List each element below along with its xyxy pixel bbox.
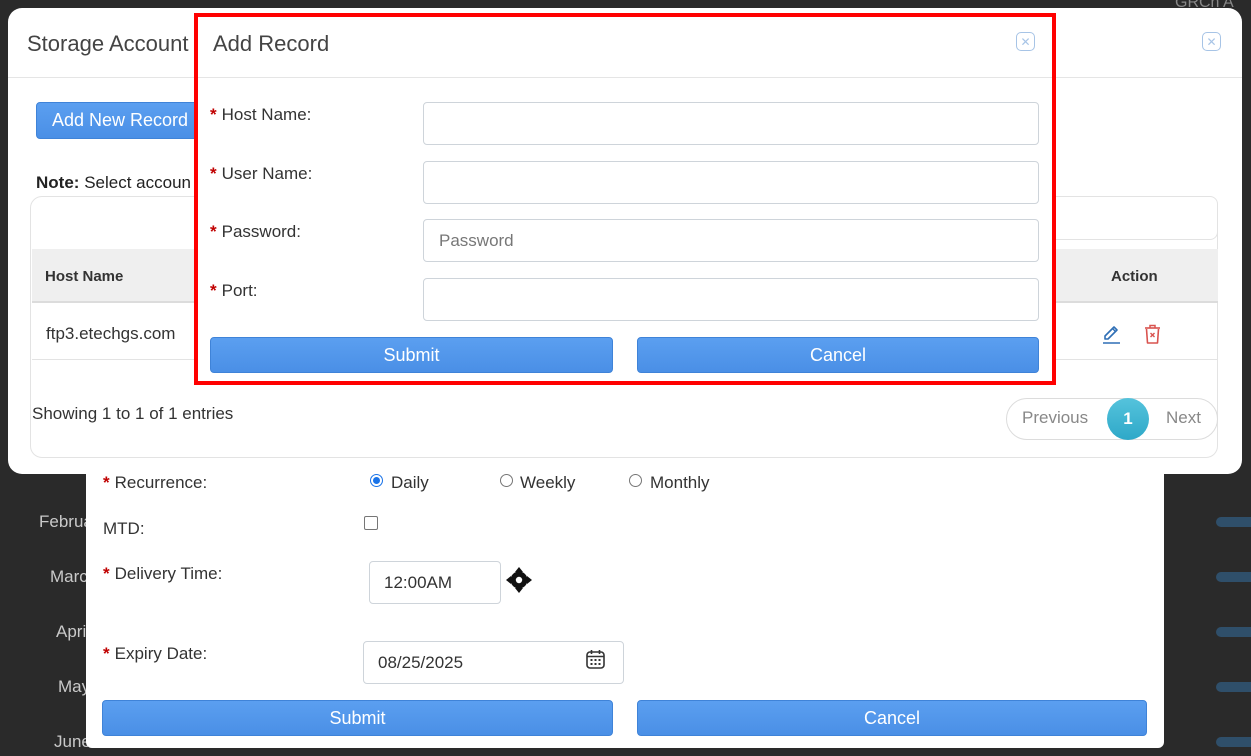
background-progress-bar [1216,627,1251,637]
recurrence-monthly-radio[interactable] [629,474,642,487]
host-name-label: * Host Name: [210,105,312,124]
user-name-input[interactable] [423,161,1039,204]
mtd-label: MTD: [103,519,145,538]
recurrence-label: * Recurrence: [103,473,208,492]
action-column-header: Action [1111,268,1158,285]
password-label: * Password: [210,222,301,241]
recurrence-monthly-label[interactable]: Monthly [650,473,710,493]
next-page-button[interactable]: Next [1166,408,1201,428]
entries-info: Showing 1 to 1 of 1 entries [32,404,234,423]
storage-close-icon[interactable]: ✕ [1202,32,1221,51]
schedule-submit-button[interactable]: Submit [102,700,613,736]
add-record-close-icon[interactable]: ✕ [1016,32,1035,51]
host-name-cell: ftp3.etechgs.com [46,324,176,343]
background-month-label: Apri [56,622,87,641]
delivery-time-input[interactable]: 12:00AM [369,561,501,604]
background-progress-bar [1216,517,1251,527]
recurrence-daily-label[interactable]: Daily [391,473,429,493]
note-text: Note: Select accoun [36,173,191,192]
edit-icon[interactable] [1102,324,1121,345]
user-name-label: * User Name: [210,164,313,183]
add-new-record-button[interactable]: Add New Record [36,102,206,139]
schedule-cancel-button[interactable]: Cancel [637,700,1147,736]
expiry-date-value: 08/25/2025 [378,652,464,672]
port-input[interactable] [423,278,1039,321]
schedule-dialog: * Recurrence: Daily Weekly Monthly MTD: *… [86,440,1164,748]
background-month-label: Marc [50,567,88,586]
delivery-time-label: * Delivery Time: [103,564,223,583]
add-record-submit-button[interactable]: Submit [210,337,613,373]
expiry-date-input[interactable]: 08/25/2025 [363,641,624,684]
table-search-input[interactable] [1048,196,1218,240]
add-record-title: Add Record [213,31,330,56]
page-1-button[interactable]: 1 [1107,398,1149,440]
port-label: * Port: [210,281,258,300]
storage-dialog-title: Storage Account [27,31,189,56]
previous-page-button[interactable]: Previous [1022,408,1088,428]
mtd-checkbox[interactable] [364,516,378,530]
background-progress-bar [1216,737,1251,747]
background-progress-bar [1216,682,1251,692]
background-progress-bar [1216,572,1251,582]
recurrence-weekly-radio[interactable] [500,474,513,487]
host-name-column-header[interactable]: Host Name [45,268,123,285]
move-icon[interactable] [506,567,532,593]
background-month-label: Februa [39,512,93,531]
password-placeholder: Password [439,230,514,250]
host-name-input[interactable] [423,102,1039,145]
recurrence-daily-radio[interactable] [370,474,383,487]
expiry-date-label: * Expiry Date: [103,644,208,663]
add-record-cancel-button[interactable]: Cancel [637,337,1039,373]
delete-icon[interactable] [1143,324,1162,345]
password-input[interactable]: Password [423,219,1039,262]
calendar-icon[interactable] [586,649,605,669]
recurrence-weekly-label[interactable]: Weekly [520,473,575,493]
